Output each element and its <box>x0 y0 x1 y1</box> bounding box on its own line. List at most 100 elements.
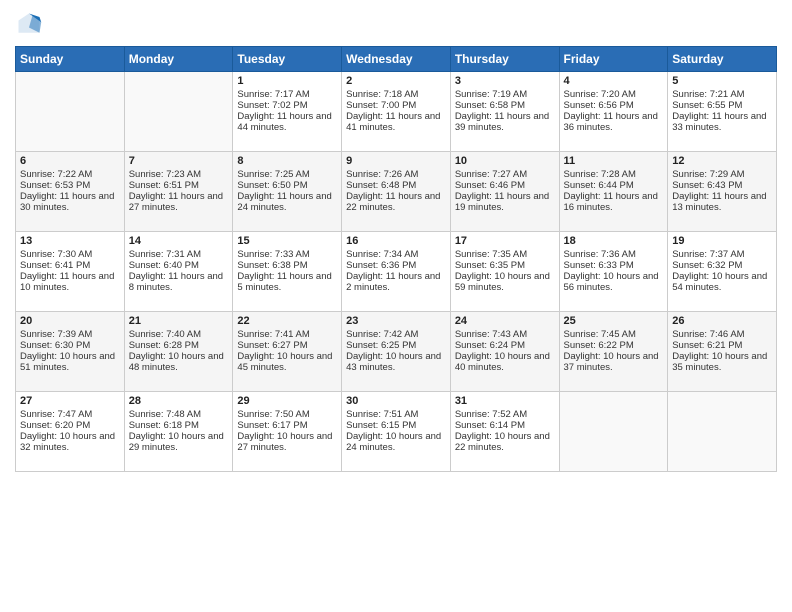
daylight-text: Daylight: 11 hours and 41 minutes. <box>346 111 446 133</box>
sunset-text: Sunset: 6:28 PM <box>129 340 229 351</box>
week-row-5: 27Sunrise: 7:47 AMSunset: 6:20 PMDayligh… <box>16 392 777 472</box>
day-number: 6 <box>20 155 120 167</box>
sunrise-text: Sunrise: 7:17 AM <box>237 89 337 100</box>
daylight-text: Daylight: 11 hours and 10 minutes. <box>20 271 120 293</box>
day-number: 11 <box>564 155 664 167</box>
week-row-3: 13Sunrise: 7:30 AMSunset: 6:41 PMDayligh… <box>16 232 777 312</box>
sunrise-text: Sunrise: 7:40 AM <box>129 329 229 340</box>
calendar-cell: 6Sunrise: 7:22 AMSunset: 6:53 PMDaylight… <box>16 152 125 232</box>
sunrise-text: Sunrise: 7:50 AM <box>237 409 337 420</box>
calendar-cell: 27Sunrise: 7:47 AMSunset: 6:20 PMDayligh… <box>16 392 125 472</box>
day-number: 21 <box>129 315 229 327</box>
calendar-cell: 15Sunrise: 7:33 AMSunset: 6:38 PMDayligh… <box>233 232 342 312</box>
calendar-cell: 7Sunrise: 7:23 AMSunset: 6:51 PMDaylight… <box>124 152 233 232</box>
day-number: 23 <box>346 315 446 327</box>
sunrise-text: Sunrise: 7:25 AM <box>237 169 337 180</box>
sunrise-text: Sunrise: 7:45 AM <box>564 329 664 340</box>
daylight-text: Daylight: 10 hours and 45 minutes. <box>237 351 337 373</box>
calendar-cell: 4Sunrise: 7:20 AMSunset: 6:56 PMDaylight… <box>559 72 668 152</box>
daylight-text: Daylight: 10 hours and 51 minutes. <box>20 351 120 373</box>
day-number: 28 <box>129 395 229 407</box>
sunset-text: Sunset: 6:43 PM <box>672 180 772 191</box>
day-number: 12 <box>672 155 772 167</box>
sunset-text: Sunset: 6:22 PM <box>564 340 664 351</box>
daylight-text: Daylight: 10 hours and 56 minutes. <box>564 271 664 293</box>
day-number: 10 <box>455 155 555 167</box>
calendar-cell <box>124 72 233 152</box>
header-cell-monday: Monday <box>124 47 233 72</box>
sunset-text: Sunset: 6:24 PM <box>455 340 555 351</box>
header-cell-thursday: Thursday <box>450 47 559 72</box>
day-number: 31 <box>455 395 555 407</box>
calendar-cell: 18 Sunrise: 7:36 AMSunset: 6:33 PMDayligh… <box>559 232 668 312</box>
sunrise-text: Sunrise: 7:41 AM <box>237 329 337 340</box>
sunrise-text: Sunrise: 7:43 AM <box>455 329 555 340</box>
daylight-text: Daylight: 10 hours and 22 minutes. <box>455 431 555 453</box>
daylight-text: Daylight: 10 hours and 29 minutes. <box>129 431 229 453</box>
sunset-text: Sunset: 6:35 PM <box>455 260 555 271</box>
calendar-header: SundayMondayTuesdayWednesdayThursdayFrid… <box>16 47 777 72</box>
day-number: 1 <box>237 75 337 87</box>
calendar-cell: 2Sunrise: 7:18 AMSunset: 7:00 PMDaylight… <box>342 72 451 152</box>
sunrise-text: Sunrise: 7:28 AM <box>564 169 664 180</box>
sunrise-text: Sunrise: 7:48 AM <box>129 409 229 420</box>
day-number: 8 <box>237 155 337 167</box>
day-number: 18 <box>564 235 664 247</box>
daylight-text: Daylight: 11 hours and 27 minutes. <box>129 191 229 213</box>
sunset-text: Sunset: 6:38 PM <box>237 260 337 271</box>
day-number: 19 <box>672 235 772 247</box>
calendar-cell: 22Sunrise: 7:41 AMSunset: 6:27 PMDayligh… <box>233 312 342 392</box>
sunrise-text: Sunrise: 7:52 AM <box>455 409 555 420</box>
sunrise-text: Sunrise: 7:37 AM <box>672 249 772 260</box>
logo-icon <box>15 10 43 38</box>
calendar-cell: 24Sunrise: 7:43 AMSunset: 6:24 PMDayligh… <box>450 312 559 392</box>
daylight-text: Daylight: 10 hours and 32 minutes. <box>20 431 120 453</box>
sunrise-text: Sunrise: 7:29 AM <box>672 169 772 180</box>
sunset-text: Sunset: 6:21 PM <box>672 340 772 351</box>
day-number: 20 <box>20 315 120 327</box>
day-number: 14 <box>129 235 229 247</box>
sunset-text: Sunset: 6:36 PM <box>346 260 446 271</box>
day-number: 25 <box>564 315 664 327</box>
sunrise-text: Sunrise: 7:22 AM <box>20 169 120 180</box>
header-cell-wednesday: Wednesday <box>342 47 451 72</box>
calendar-cell: 30Sunrise: 7:51 AMSunset: 6:15 PMDayligh… <box>342 392 451 472</box>
daylight-text: Daylight: 10 hours and 43 minutes. <box>346 351 446 373</box>
sunset-text: Sunset: 6:33 PM <box>564 260 664 271</box>
daylight-text: Daylight: 11 hours and 39 minutes. <box>455 111 555 133</box>
calendar-cell: 31Sunrise: 7:52 AMSunset: 6:14 PMDayligh… <box>450 392 559 472</box>
day-number: 3 <box>455 75 555 87</box>
week-row-4: 20Sunrise: 7:39 AMSunset: 6:30 PMDayligh… <box>16 312 777 392</box>
calendar-cell: 19Sunrise: 7:37 AMSunset: 6:32 PMDayligh… <box>668 232 777 312</box>
week-row-1: 1Sunrise: 7:17 AMSunset: 7:02 PMDaylight… <box>16 72 777 152</box>
sunrise-text: Sunrise: 7:27 AM <box>455 169 555 180</box>
daylight-text: Daylight: 11 hours and 8 minutes. <box>129 271 229 293</box>
day-number: 2 <box>346 75 446 87</box>
sunrise-text: Sunrise: 7:26 AM <box>346 169 446 180</box>
calendar-cell: 14 Sunrise: 7:31 AMSunset: 6:40 PMDayligh… <box>124 232 233 312</box>
daylight-text: Daylight: 10 hours and 48 minutes. <box>129 351 229 373</box>
daylight-text: Daylight: 11 hours and 13 minutes. <box>672 191 772 213</box>
page: SundayMondayTuesdayWednesdayThursdayFrid… <box>0 0 792 612</box>
header-row: SundayMondayTuesdayWednesdayThursdayFrid… <box>16 47 777 72</box>
sunset-text: Sunset: 6:44 PM <box>564 180 664 191</box>
calendar-table: SundayMondayTuesdayWednesdayThursdayFrid… <box>15 46 777 472</box>
sunrise-text: Sunrise: 7:36 AM <box>564 249 664 260</box>
daylight-text: Daylight: 10 hours and 35 minutes. <box>672 351 772 373</box>
daylight-text: Daylight: 11 hours and 19 minutes. <box>455 191 555 213</box>
daylight-text: Daylight: 10 hours and 40 minutes. <box>455 351 555 373</box>
day-number: 29 <box>237 395 337 407</box>
sunset-text: Sunset: 6:40 PM <box>129 260 229 271</box>
daylight-text: Daylight: 11 hours and 36 minutes. <box>564 111 664 133</box>
sunrise-text: Sunrise: 7:31 AM <box>129 249 229 260</box>
sunrise-text: Sunrise: 7:23 AM <box>129 169 229 180</box>
sunrise-text: Sunrise: 7:18 AM <box>346 89 446 100</box>
sunset-text: Sunset: 6:27 PM <box>237 340 337 351</box>
day-number: 5 <box>672 75 772 87</box>
sunset-text: Sunset: 6:20 PM <box>20 420 120 431</box>
calendar-cell: 5Sunrise: 7:21 AMSunset: 6:55 PMDaylight… <box>668 72 777 152</box>
header-cell-friday: Friday <box>559 47 668 72</box>
sunrise-text: Sunrise: 7:39 AM <box>20 329 120 340</box>
week-row-2: 6Sunrise: 7:22 AMSunset: 6:53 PMDaylight… <box>16 152 777 232</box>
daylight-text: Daylight: 11 hours and 22 minutes. <box>346 191 446 213</box>
